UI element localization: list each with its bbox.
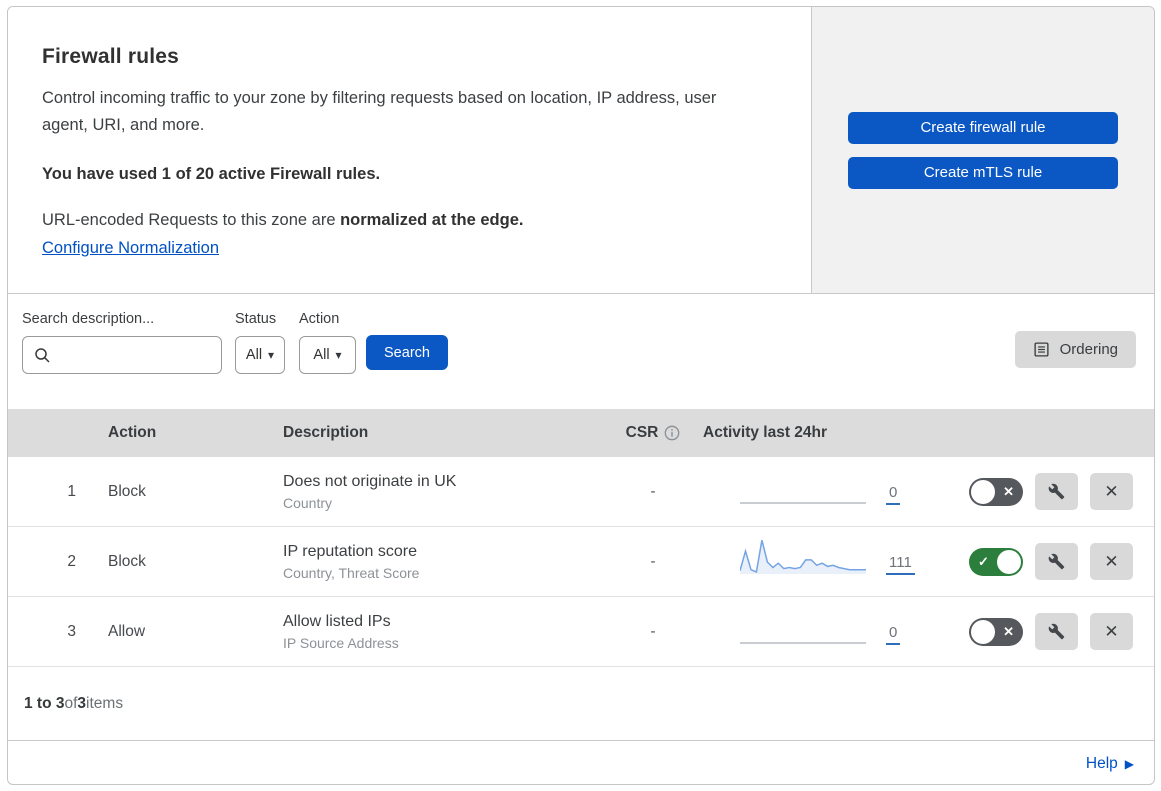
- status-filter-dropdown[interactable]: All ▾: [235, 336, 285, 374]
- rule-enabled-toggle[interactable]: ✓ ✕: [969, 547, 1023, 576]
- search-input-wrapper: [22, 336, 222, 374]
- x-icon: ✕: [1003, 483, 1014, 499]
- items-range: 1 to 3: [24, 694, 65, 712]
- action-filter-dropdown[interactable]: All ▾: [299, 336, 356, 374]
- create-firewall-rule-button[interactable]: Create firewall rule: [848, 111, 1118, 144]
- delete-rule-button[interactable]: ✕: [1090, 473, 1133, 510]
- delete-rule-button[interactable]: ✕: [1090, 543, 1133, 580]
- table-row: 1 Block Does not originate in UK Country…: [8, 457, 1154, 527]
- status-filter-label: Status: [235, 311, 277, 327]
- normalization-bold: normalized at the edge.: [340, 211, 524, 230]
- activity-count-link[interactable]: 0: [886, 624, 901, 645]
- activity-sparkline: [740, 539, 866, 574]
- items-total: 3: [77, 694, 87, 712]
- ordering-button[interactable]: Ordering: [1014, 331, 1136, 368]
- activity-sparkline: [740, 501, 866, 504]
- rule-criteria: IP Source Address: [283, 634, 399, 651]
- status-filter-value: All: [245, 347, 263, 363]
- rule-action: Allow: [108, 622, 146, 640]
- help-link[interactable]: Help ▶: [1086, 755, 1134, 773]
- wrench-icon: [1048, 553, 1065, 570]
- csr-column-header: CSR: [625, 424, 659, 441]
- close-icon: ✕: [1104, 621, 1119, 641]
- rule-csr-value: -: [650, 553, 656, 570]
- toggle-knob: [971, 479, 995, 504]
- wrench-icon: [1048, 483, 1065, 500]
- rule-action: Block: [108, 482, 146, 500]
- edit-rule-button[interactable]: [1035, 613, 1078, 650]
- usage-summary: You have used 1 of 20 active Firewall ru…: [42, 165, 381, 184]
- check-icon: ✓: [978, 553, 989, 569]
- search-button[interactable]: Search: [366, 335, 448, 370]
- chevron-down-icon: ▾: [268, 348, 275, 362]
- activity-column-header: Activity last 24hr: [703, 424, 828, 441]
- close-icon: ✕: [1104, 551, 1119, 571]
- rule-description: IP reputation score: [283, 542, 418, 560]
- search-label: Search description...: [22, 311, 155, 327]
- search-input[interactable]: [55, 338, 215, 372]
- info-icon[interactable]: [664, 425, 680, 441]
- pagination-summary: 1 to 3 of 3 items: [8, 667, 1154, 741]
- x-icon: ✕: [1003, 623, 1014, 639]
- arrow-right-icon: ▶: [1124, 756, 1134, 771]
- search-icon: [35, 348, 50, 363]
- filter-bar: Search description... Status All ▾ Actio…: [8, 294, 1154, 409]
- intro-card: Firewall rules Control incoming traffic …: [8, 7, 812, 293]
- table-header: Action Description CSR Activity last 24h…: [8, 409, 1154, 457]
- description-column-header: Description: [283, 424, 369, 441]
- rule-description: Does not originate in UK: [283, 472, 457, 490]
- table-row: 3 Allow Allow listed IPs IP Source Addre…: [8, 597, 1154, 667]
- action-column-header: Action: [108, 424, 157, 441]
- activity-count-link[interactable]: 111: [886, 554, 915, 575]
- rule-priority: 1: [67, 482, 76, 500]
- rule-csr-value: -: [650, 483, 656, 500]
- configure-normalization-link[interactable]: Configure Normalization: [42, 239, 219, 258]
- delete-rule-button[interactable]: ✕: [1090, 613, 1133, 650]
- wrench-icon: [1048, 623, 1065, 640]
- rule-priority: 2: [67, 552, 76, 570]
- close-icon: ✕: [1104, 481, 1119, 501]
- edit-rule-button[interactable]: [1035, 473, 1078, 510]
- help-row: Help ▶: [8, 741, 1154, 784]
- page-title: Firewall rules: [42, 45, 180, 68]
- help-link-label: Help: [1085, 754, 1118, 772]
- rule-action: Block: [108, 552, 146, 570]
- rule-enabled-toggle[interactable]: ✓ ✕: [969, 617, 1023, 646]
- actions-panel: Create firewall rule Create mTLS rule: [812, 7, 1154, 293]
- activity-sparkline: [740, 641, 866, 644]
- normalization-note: URL-encoded Requests to this zone are no…: [42, 211, 777, 230]
- toggle-knob: [971, 619, 995, 644]
- rule-enabled-toggle[interactable]: ✓ ✕: [969, 477, 1023, 506]
- normalization-prefix: URL-encoded Requests to this zone are: [42, 211, 341, 230]
- chevron-down-icon: ▾: [335, 348, 342, 362]
- header-section: Firewall rules Control incoming traffic …: [8, 7, 1154, 294]
- table-row: 2 Block IP reputation score Country, Thr…: [8, 527, 1154, 597]
- ordering-button-label: Ordering: [1059, 341, 1118, 358]
- rule-criteria: Country: [283, 494, 333, 511]
- intro-description: Control incoming traffic to your zone by…: [42, 89, 717, 134]
- firewall-rules-panel: Firewall rules Control incoming traffic …: [7, 6, 1155, 785]
- rule-csr-value: -: [650, 623, 656, 640]
- rule-criteria: Country, Threat Score: [283, 564, 420, 581]
- action-filter-label: Action: [299, 311, 340, 327]
- edit-rule-button[interactable]: [1035, 543, 1078, 580]
- ordering-list-icon: [1034, 342, 1049, 357]
- toggle-knob: [997, 549, 1021, 574]
- create-mtls-rule-button[interactable]: Create mTLS rule: [848, 156, 1118, 189]
- action-filter-value: All: [313, 347, 330, 363]
- rule-description: Allow listed IPs: [283, 612, 391, 630]
- activity-count-link[interactable]: 0: [886, 484, 901, 505]
- rule-priority: 3: [67, 622, 76, 640]
